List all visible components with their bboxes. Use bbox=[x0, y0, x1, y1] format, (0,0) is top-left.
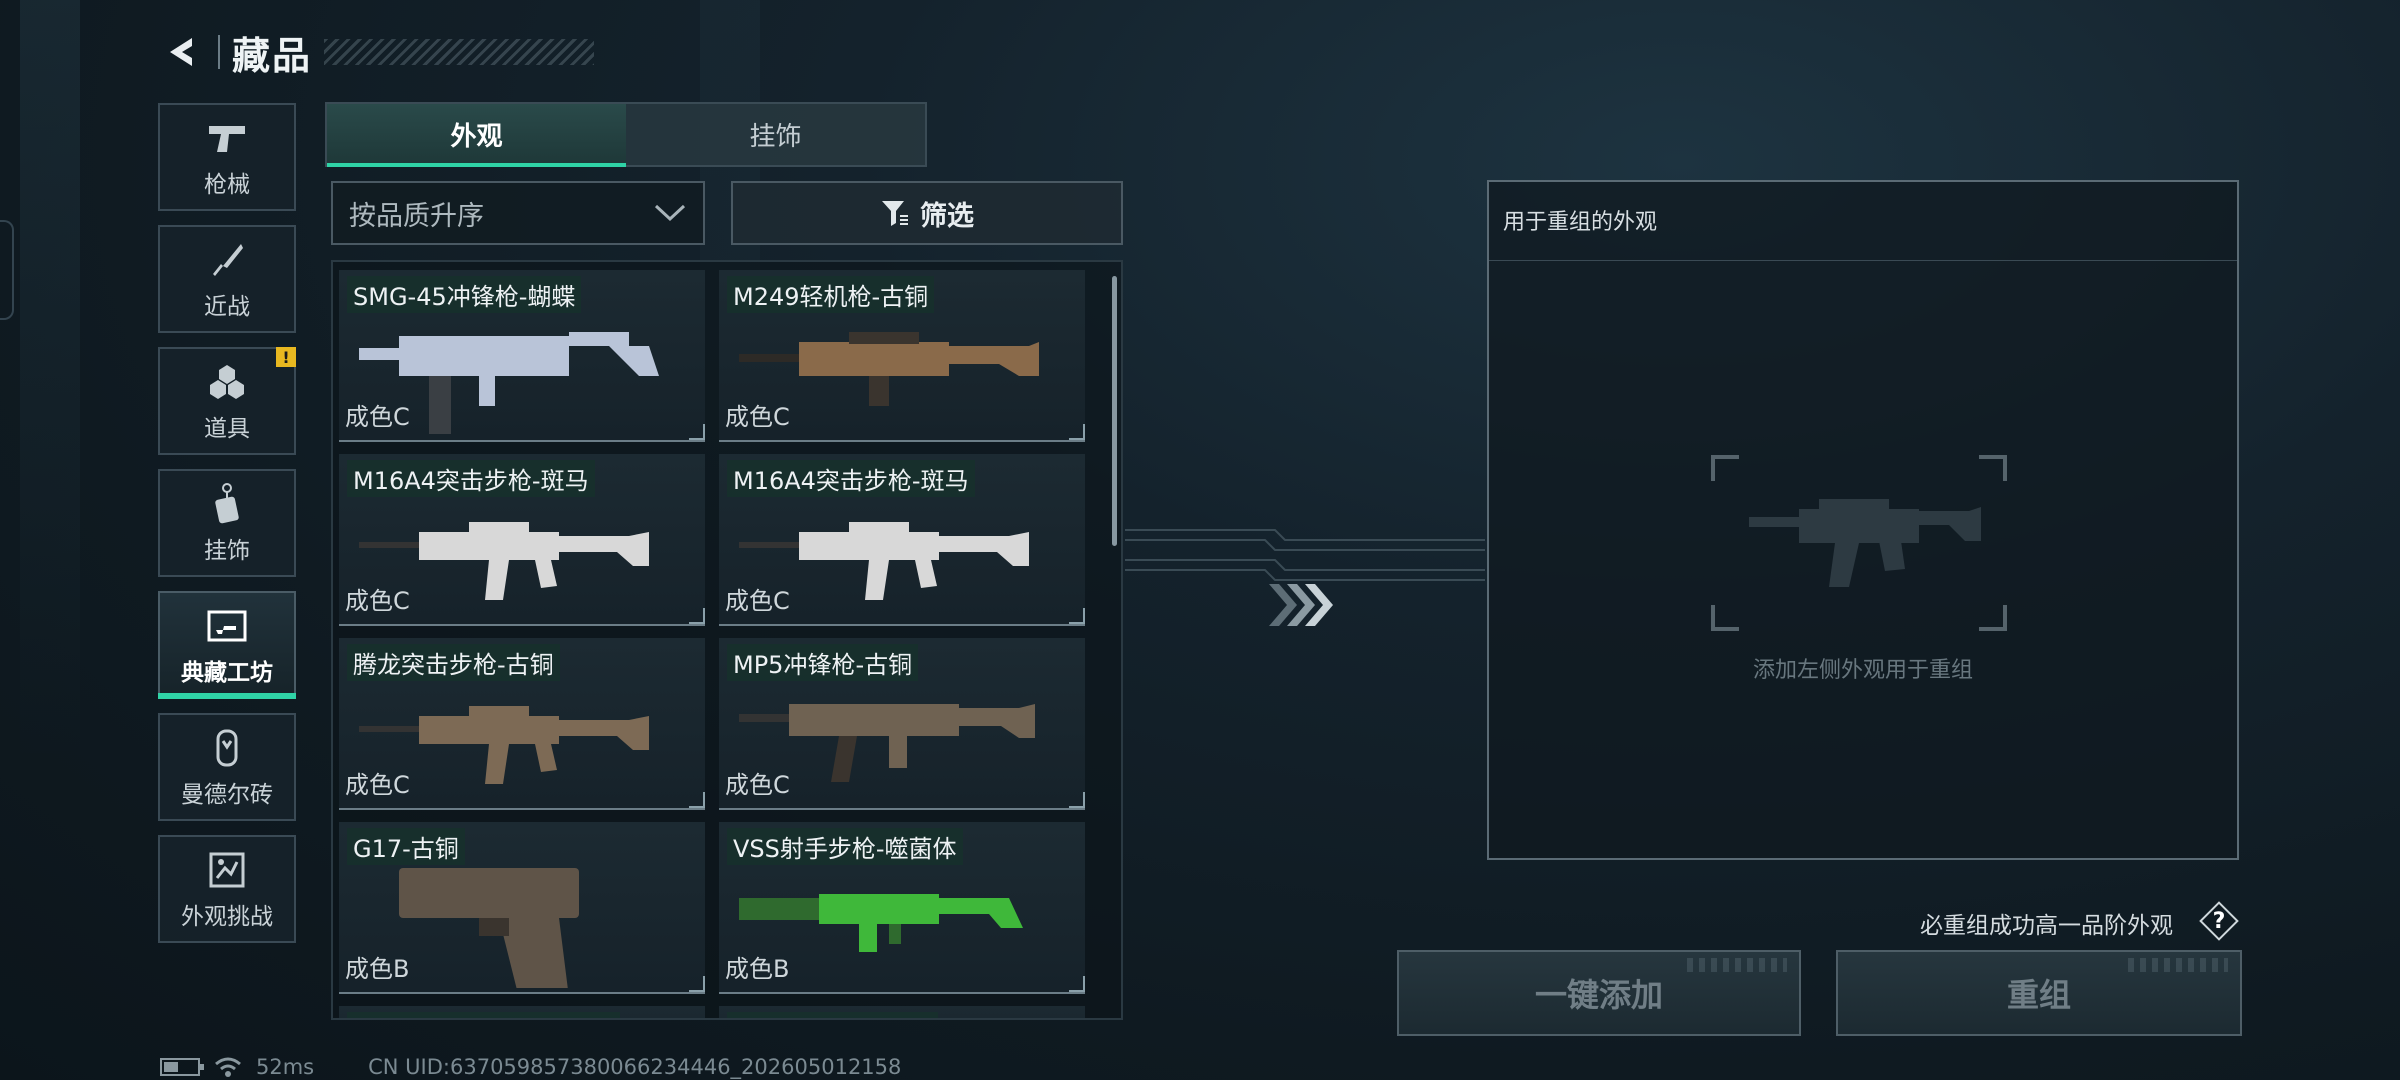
skin-name: M16A4突击步枪-斑马 bbox=[347, 460, 595, 497]
skin-grade: 成色B bbox=[725, 955, 790, 983]
workshop-frame-icon bbox=[204, 603, 250, 649]
pistol-icon bbox=[204, 115, 250, 161]
charm-tag-icon bbox=[204, 481, 250, 527]
skin-name: M249轻机枪-古铜 bbox=[727, 276, 935, 313]
sort-value: 按品质升序 bbox=[349, 200, 484, 232]
skin-card[interactable]: 腾龙突击步枪-古铜成色C bbox=[339, 638, 705, 810]
skin-name: SMG-45冲锋枪-蝴蝶 bbox=[347, 276, 582, 313]
skin-grade: 成色C bbox=[725, 771, 790, 799]
recombine-hint: 添加左侧外观用于重组 bbox=[1752, 658, 1973, 683]
view-tabs: 外观 挂饰 bbox=[325, 102, 927, 167]
sidebar-item-label: 外观挑战 bbox=[181, 904, 273, 930]
skin-grade: 成色C bbox=[345, 403, 410, 431]
recombine-button[interactable]: 重组 bbox=[1836, 950, 2242, 1036]
skin-grade: 成色B bbox=[345, 955, 410, 983]
filter-button[interactable]: 筛选 bbox=[731, 181, 1123, 245]
filter-icon bbox=[882, 201, 908, 226]
placeholder-rifle-icon bbox=[1659, 455, 2059, 631]
sidebar-item-appearance-challenge[interactable]: 外观挑战 bbox=[158, 835, 296, 943]
skin-card[interactable]: G17-古铜成色B bbox=[339, 822, 705, 994]
skin-card[interactable]: M16A4突击步枪-斑马成色C bbox=[719, 454, 1085, 626]
recombine-title: 用于重组的外观 bbox=[1503, 210, 1658, 235]
card-corner bbox=[689, 424, 705, 440]
sidebar-item-label: 曼德尔砖 bbox=[181, 782, 273, 808]
sidebar-item-label: 近战 bbox=[204, 294, 250, 320]
recombine-slot[interactable] bbox=[1659, 437, 2059, 687]
back-button[interactable] bbox=[160, 30, 204, 74]
skin-name: VSS射手步枪-噬菌体 bbox=[727, 828, 963, 865]
filter-label: 筛选 bbox=[920, 200, 974, 232]
skin-card[interactable]: VSS射手步枪-噬菌体成色B bbox=[719, 822, 1085, 994]
sidebar-item-guns[interactable]: 枪械 bbox=[158, 103, 296, 211]
list-scrollbar[interactable] bbox=[1112, 276, 1117, 546]
grenade-cluster-icon bbox=[204, 359, 250, 405]
category-sidebar: 枪械 近战 ! 道具 挂饰 典藏工坊 曼德尔砖 外观挑战 bbox=[158, 103, 296, 957]
skin-name: 腾龙突击步枪-古铜 bbox=[347, 644, 560, 681]
skin-name: G17-古铜 bbox=[347, 828, 465, 865]
sort-dropdown[interactable]: 按品质升序 bbox=[331, 181, 705, 245]
wifi-icon bbox=[215, 1057, 241, 1077]
skin-card[interactable]: MP5冲锋枪-古铜成色C bbox=[719, 638, 1085, 810]
skin-card[interactable]: SKS射手步枪-蝴蝶 bbox=[719, 1006, 1085, 1018]
skin-card[interactable]: M249轻机枪-古铜成色C bbox=[719, 270, 1085, 442]
chevron-down-icon bbox=[654, 204, 686, 222]
sidebar-item-label: 典藏工坊 bbox=[181, 660, 273, 686]
panel-divider bbox=[1489, 260, 2237, 261]
button-decoration bbox=[1687, 958, 1787, 972]
status-bar: 52ms CN UID:637059857380066234446_202605… bbox=[160, 1054, 901, 1080]
skin-name: MP5冲锋枪-古铜 bbox=[727, 644, 919, 681]
skin-grade: 成色C bbox=[725, 403, 790, 431]
card-corner bbox=[1069, 608, 1085, 624]
left-edge-notch bbox=[0, 220, 14, 320]
skin-name: SKS射手步枪-蝴蝶 bbox=[727, 1012, 938, 1018]
card-corner bbox=[689, 792, 705, 808]
card-corner bbox=[1069, 792, 1085, 808]
sidebar-item-charms[interactable]: 挂饰 bbox=[158, 469, 296, 577]
button-decoration bbox=[2128, 958, 2228, 972]
help-button[interactable]: ? bbox=[2199, 901, 2239, 941]
skin-card[interactable]: SMG-45冲锋枪-蝴蝶成色C bbox=[339, 270, 705, 442]
skin-grade: 成色C bbox=[345, 587, 410, 615]
tab-charms[interactable]: 挂饰 bbox=[626, 104, 925, 165]
sidebar-item-label: 挂饰 bbox=[204, 538, 250, 564]
title-decoration bbox=[324, 39, 595, 65]
skin-name: PTR-32突击步枪-噬菌体 bbox=[347, 1012, 620, 1018]
sidebar-item-mandel-brick[interactable]: 曼德尔砖 bbox=[158, 713, 296, 821]
sidebar-item-label: 枪械 bbox=[204, 172, 250, 198]
transfer-arrows-icon bbox=[1265, 580, 1337, 630]
page-title: 藏品 bbox=[232, 33, 313, 78]
card-corner bbox=[1069, 424, 1085, 440]
skin-card[interactable]: M16A4突击步枪-斑马成色C bbox=[339, 454, 705, 626]
back-arrow-icon bbox=[170, 38, 192, 66]
tab-appearance[interactable]: 外观 bbox=[327, 104, 626, 167]
recombine-label: 重组 bbox=[2006, 976, 2071, 1014]
recombine-panel: 用于重组的外观 添加左侧外观用于重组 bbox=[1487, 180, 2239, 860]
ping-value: 52ms bbox=[256, 1055, 315, 1079]
recombine-rule-text: 必重组成功高一品阶外观 bbox=[1920, 913, 2173, 939]
skin-grade: 成色C bbox=[345, 771, 410, 799]
skin-card[interactable]: PTR-32突击步枪-噬菌体 bbox=[339, 1006, 705, 1018]
one-click-add-label: 一键添加 bbox=[1534, 976, 1663, 1014]
knife-icon bbox=[204, 237, 250, 283]
sidebar-item-melee[interactable]: 近战 bbox=[158, 225, 296, 333]
skin-name: M16A4突击步枪-斑马 bbox=[727, 460, 975, 497]
battery-icon bbox=[160, 1058, 204, 1076]
skin-grade: 成色C bbox=[725, 587, 790, 615]
alert-badge: ! bbox=[276, 347, 296, 367]
card-corner bbox=[1069, 976, 1085, 992]
user-uid: CN UID:637059857380066234446_20260501215… bbox=[368, 1055, 902, 1079]
sidebar-item-items[interactable]: ! 道具 bbox=[158, 347, 296, 455]
skin-list[interactable]: SMG-45冲锋枪-蝴蝶 成色C M249轻机枪-古铜 成色C M16A4突击步枪-斑马… bbox=[331, 260, 1123, 1020]
header-divider bbox=[218, 35, 220, 69]
mandel-brick-icon bbox=[204, 725, 250, 771]
help-label: ? bbox=[2212, 908, 2226, 934]
sidebar-item-workshop[interactable]: 典藏工坊 bbox=[158, 591, 296, 699]
card-corner bbox=[689, 976, 705, 992]
sidebar-item-label: 道具 bbox=[204, 416, 250, 442]
challenge-map-icon bbox=[204, 847, 250, 893]
card-corner bbox=[689, 608, 705, 624]
page-header: 藏品 bbox=[160, 22, 595, 82]
one-click-add-button[interactable]: 一键添加 bbox=[1397, 950, 1801, 1036]
